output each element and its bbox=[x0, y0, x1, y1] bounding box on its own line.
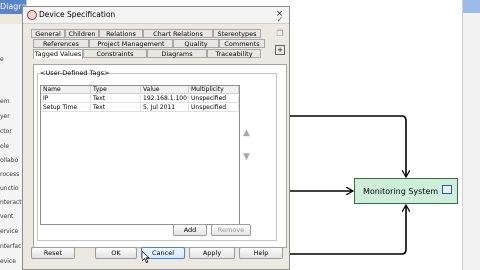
specification-icon bbox=[27, 10, 37, 20]
remove-button[interactable]: Remove bbox=[211, 224, 251, 236]
move-down-icon[interactable]: ▼ bbox=[243, 153, 250, 162]
checkmark-icon[interactable]: ✓ bbox=[275, 15, 285, 25]
column-header-type[interactable]: Type bbox=[91, 86, 141, 94]
tab-tagged-values[interactable]: Tagged Values bbox=[33, 49, 83, 59]
tab-children[interactable]: Children bbox=[65, 29, 99, 38]
tab-relations[interactable]: Relations bbox=[99, 29, 143, 38]
monitoring-system-node[interactable]: Monitoring System bbox=[354, 178, 458, 204]
apply-button[interactable]: Apply bbox=[189, 247, 235, 259]
tab-general[interactable]: General bbox=[31, 29, 65, 38]
tab-diagrams[interactable]: Diagrams bbox=[147, 49, 207, 58]
tab-chart-relations[interactable]: Chart Relations bbox=[143, 29, 213, 38]
mouse-cursor-icon bbox=[142, 251, 150, 263]
tab-comments[interactable]: Comments bbox=[219, 39, 265, 48]
tab-references[interactable]: References bbox=[33, 39, 89, 48]
dialog-title: Device Specification bbox=[39, 10, 116, 19]
column-header-value[interactable]: Value bbox=[141, 86, 189, 94]
diagram-connectors bbox=[290, 115, 480, 255]
device-specification-dialog: Device Specification × General Children … bbox=[22, 6, 290, 270]
dialog-titlebar[interactable]: Device Specification × bbox=[23, 7, 289, 24]
tab-traceability[interactable]: Traceability bbox=[207, 49, 261, 58]
connector-bottom bbox=[290, 206, 406, 255]
table-cell-value[interactable]: 192.168.1.100 bbox=[141, 95, 189, 103]
tagged-values-table[interactable]: Name Type Value Multiplicity IP Text 192… bbox=[40, 85, 240, 225]
table-cell-type[interactable]: Text bbox=[91, 95, 141, 103]
device-icon bbox=[442, 185, 452, 194]
help-button[interactable]: Help bbox=[239, 247, 283, 259]
ok-button[interactable]: OK bbox=[95, 247, 137, 259]
node-label: Monitoring System bbox=[363, 187, 439, 196]
tab-stereotypes[interactable]: Stereotypes bbox=[213, 29, 261, 38]
tab-constraints[interactable]: Constraints bbox=[83, 49, 147, 58]
reset-button[interactable]: Reset bbox=[31, 247, 75, 259]
group-label: <User-Defined Tags> bbox=[40, 69, 110, 77]
table-cell-name[interactable]: IP bbox=[41, 95, 91, 103]
copy-icon[interactable]: ❐ bbox=[275, 29, 285, 39]
expand-icon[interactable]: + bbox=[275, 45, 285, 55]
tab-project-management[interactable]: Project Management bbox=[89, 39, 173, 48]
table-cell-name[interactable]: Setup Time bbox=[41, 104, 91, 112]
table-cell-multiplicity[interactable]: Unspecified bbox=[189, 95, 239, 103]
tab-quality[interactable]: Quality bbox=[173, 39, 219, 48]
table-cell-multiplicity[interactable]: Unspecified bbox=[189, 104, 239, 112]
connector-top bbox=[290, 115, 406, 176]
add-button[interactable]: Add bbox=[173, 224, 207, 236]
table-cell-value[interactable]: 5, Jul 2011 bbox=[141, 104, 189, 112]
column-header-multiplicity[interactable]: Multiplicity bbox=[189, 86, 239, 94]
table-cell-type[interactable]: Text bbox=[91, 104, 141, 112]
column-header-name[interactable]: Name bbox=[41, 86, 91, 94]
move-up-icon[interactable]: ▲ bbox=[243, 129, 250, 138]
